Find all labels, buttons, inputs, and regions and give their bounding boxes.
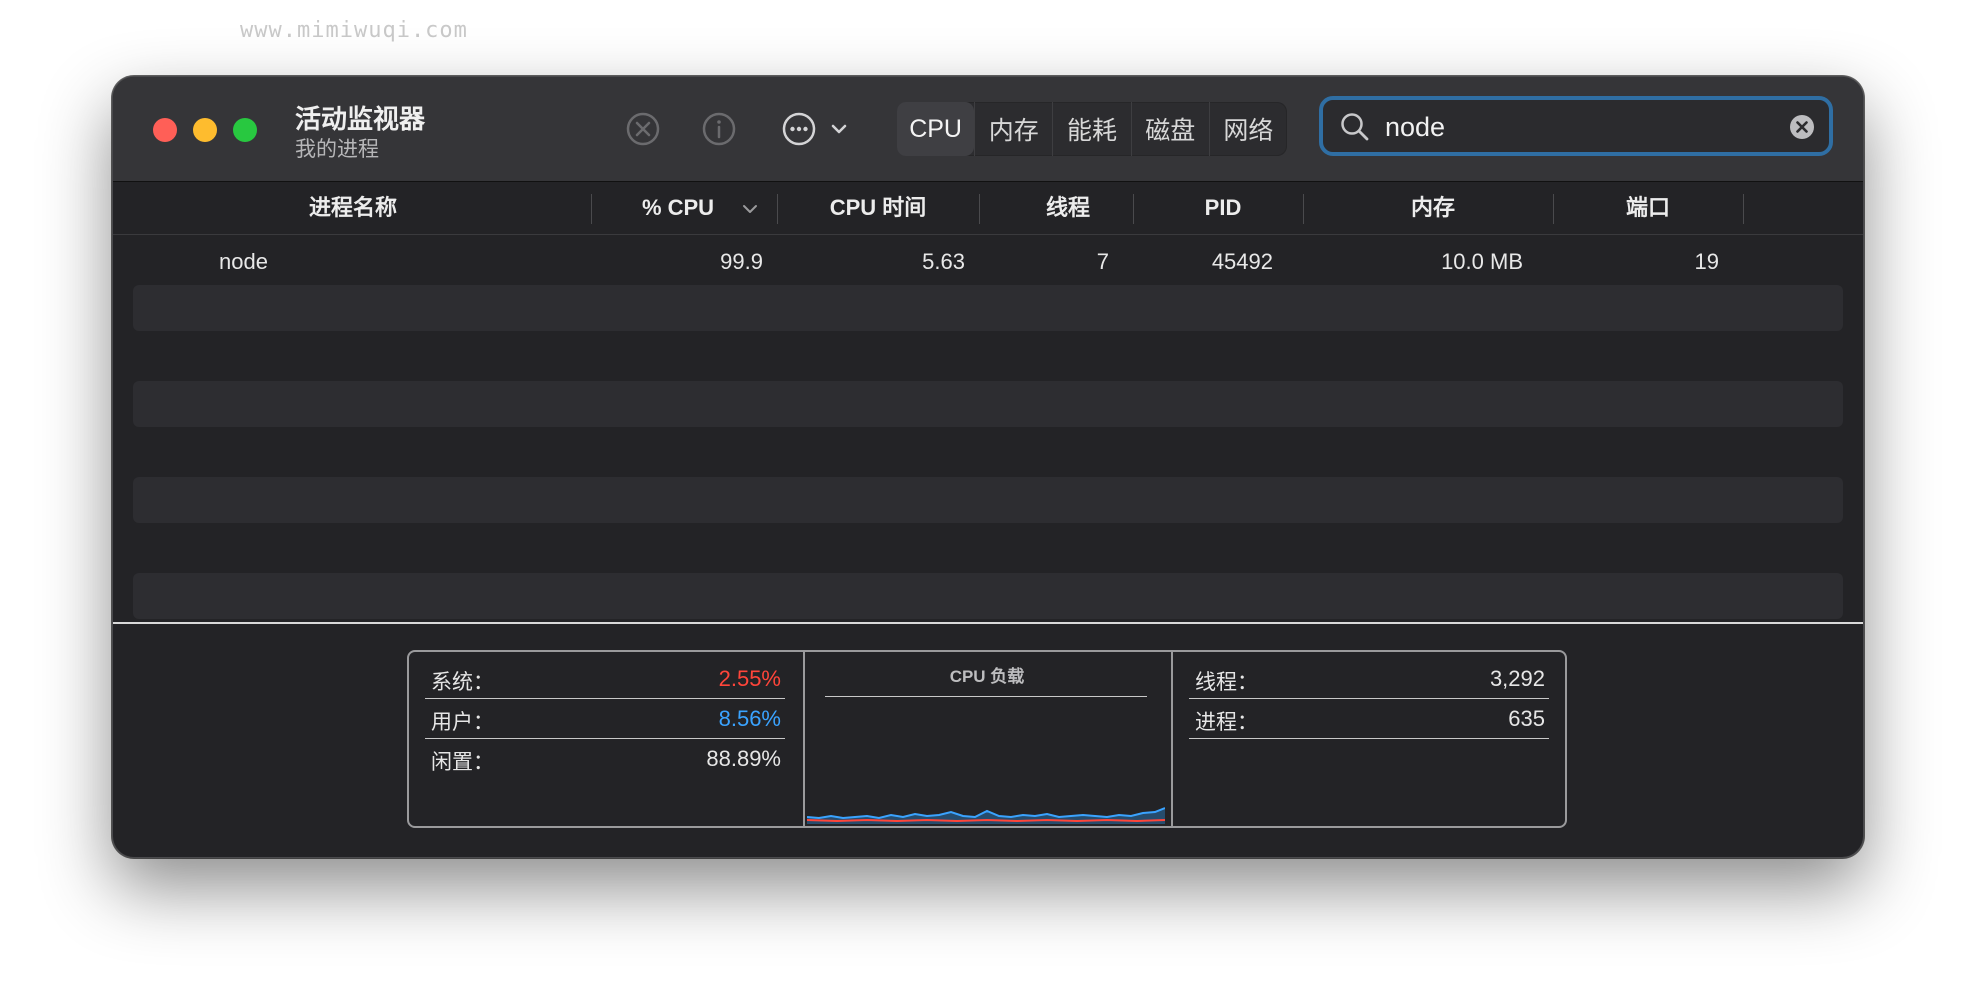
stat-threads: 线程： 3,292 — [1189, 658, 1549, 698]
pane-splitter[interactable] — [113, 622, 1863, 624]
sort-descending-icon[interactable] — [741, 200, 759, 218]
column-header-memory[interactable]: 内存 — [1313, 182, 1553, 234]
column-header-threads[interactable]: 线程 — [993, 182, 1143, 234]
cpu-usage-breakdown: 系统： 2.55% 用户： 8.56% 闲置： 88.89% — [409, 652, 805, 826]
column-header-pid[interactable]: PID — [1143, 182, 1303, 234]
stat-threads-label: 线程： — [1195, 671, 1258, 694]
table-row[interactable]: node 99.9 5.63 7 45492 10.0 MB 19 — [133, 239, 1843, 285]
cell-cpu-percent: 99.9 — [720, 249, 763, 274]
column-header-process-name[interactable]: 进程名称 — [243, 182, 463, 234]
process-table: node 99.9 5.63 7 45492 10.0 MB 19 — [113, 235, 1863, 697]
column-separator[interactable] — [1133, 194, 1134, 224]
minimize-window-button[interactable] — [193, 118, 217, 142]
stat-user-label: 用户： — [431, 711, 494, 734]
view-tabs: CPU 内存 能耗 磁盘 网络 — [897, 102, 1287, 156]
tab-cpu[interactable]: CPU — [897, 102, 975, 156]
cpu-summary-panel: 系统： 2.55% 用户： 8.56% 闲置： 88.89% CPU 负载 线程… — [407, 650, 1567, 828]
more-icon[interactable] — [781, 111, 817, 147]
tab-disk[interactable]: 磁盘 — [1130, 102, 1209, 156]
cpu-load-title-divider — [825, 696, 1147, 697]
column-header-ports[interactable]: 端口 — [1553, 182, 1743, 234]
chevron-down-icon[interactable] — [829, 119, 849, 139]
activity-monitor-window: 活动监视器 我的进程 CPU 内存 能耗 磁盘 网络 node 进程名称 % C… — [112, 76, 1864, 858]
stat-user: 用户： 8.56% — [425, 698, 785, 738]
stat-processes-label: 进程： — [1195, 711, 1258, 734]
search-input[interactable]: node — [1385, 112, 1445, 143]
stat-idle-value: 88.89% — [706, 746, 781, 771]
stat-system: 系统： 2.55% — [425, 658, 785, 698]
table-row-empty — [133, 285, 1843, 331]
stat-threads-value: 3,292 — [1489, 666, 1545, 691]
window-subtitle[interactable]: 我的进程 — [295, 133, 379, 163]
tab-memory[interactable]: 内存 — [974, 102, 1052, 156]
cell-threads: 7 — [1096, 249, 1109, 274]
cell-pid: 45492 — [1211, 249, 1273, 274]
stat-idle-label: 闲置： — [431, 751, 494, 774]
stat-idle: 闲置： 88.89% — [425, 738, 785, 778]
table-row-empty — [133, 573, 1843, 619]
stat-system-value: 2.55% — [718, 666, 781, 691]
cell-cpu-time: 5.63 — [922, 249, 965, 274]
zoom-window-button[interactable] — [233, 118, 257, 142]
table-row-empty — [133, 381, 1843, 427]
stat-processes: 进程： 635 — [1189, 698, 1549, 738]
stat-processes-value: 635 — [1508, 706, 1545, 731]
table-header: 进程名称 % CPU CPU 时间 线程 PID 内存 端口 — [113, 182, 1863, 235]
column-header-cpu-time[interactable]: CPU 时间 — [793, 182, 963, 234]
info-icon[interactable] — [701, 111, 737, 147]
column-separator[interactable] — [777, 194, 778, 224]
search-field[interactable]: node — [1319, 96, 1833, 156]
table-row-empty — [133, 477, 1843, 523]
column-header-cpu-percent[interactable]: % CPU — [613, 182, 743, 234]
cpu-load-graph-panel: CPU 负载 — [803, 652, 1173, 826]
cpu-load-system-line — [807, 818, 1165, 823]
tab-energy[interactable]: 能耗 — [1052, 102, 1130, 156]
system-counts: 线程： 3,292 进程： 635 — [1173, 652, 1567, 826]
close-window-button[interactable] — [153, 118, 177, 142]
column-separator[interactable] — [591, 194, 592, 224]
cell-ports: 19 — [1694, 249, 1719, 274]
column-separator[interactable] — [1303, 194, 1304, 224]
tab-network[interactable]: 网络 — [1208, 102, 1287, 156]
cell-memory: 10.0 MB — [1441, 249, 1523, 274]
clear-icon[interactable] — [1789, 114, 1815, 140]
window-title: 活动监视器 — [295, 104, 426, 134]
cell-process-name: node — [219, 249, 268, 274]
column-separator[interactable] — [979, 194, 980, 224]
toolbar: 活动监视器 我的进程 CPU 内存 能耗 磁盘 网络 node — [113, 77, 1863, 182]
watermark: www.mimiwuqi.com — [240, 18, 468, 43]
cpu-load-graph — [807, 807, 1165, 824]
stat-divider — [1189, 738, 1549, 739]
stop-process-icon[interactable] — [625, 111, 661, 147]
cpu-load-title: CPU 负载 — [949, 667, 1025, 686]
column-separator[interactable] — [1743, 194, 1744, 224]
search-icon — [1341, 113, 1369, 141]
stat-system-label: 系统： — [431, 671, 494, 694]
stat-user-value: 8.56% — [718, 706, 781, 731]
